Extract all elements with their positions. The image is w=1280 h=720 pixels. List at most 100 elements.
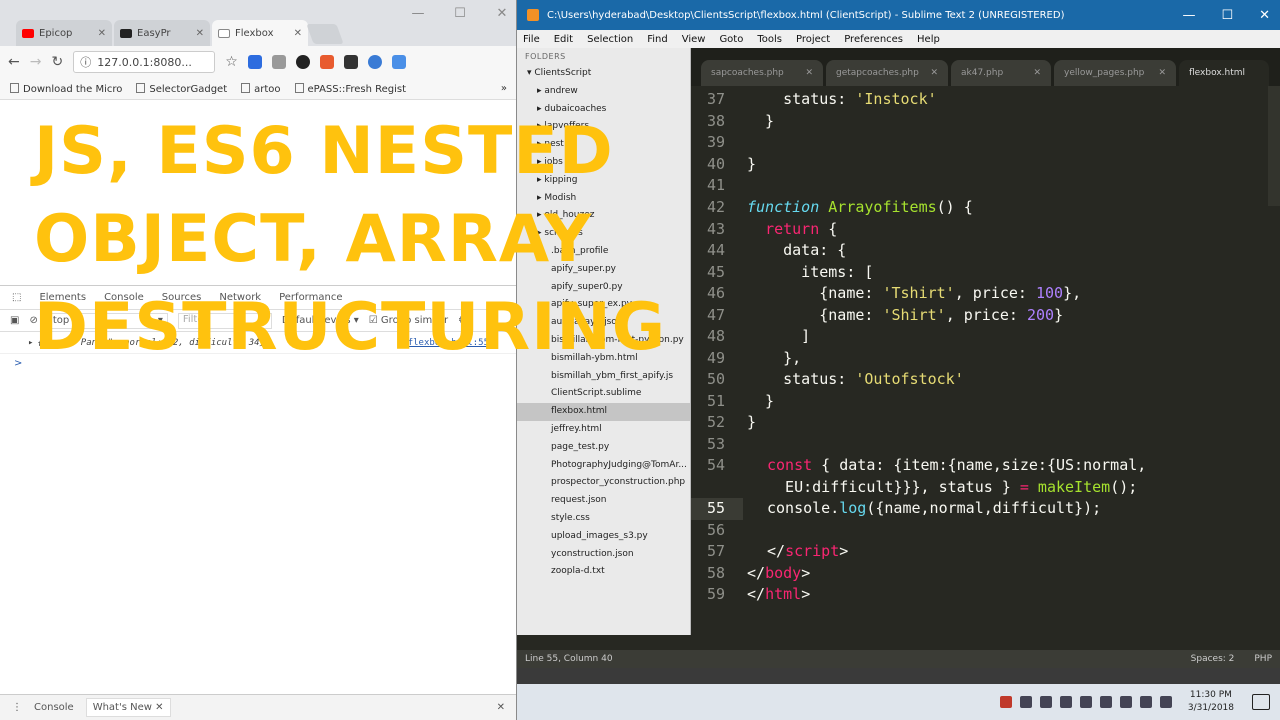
browser-tab-1[interactable]: Epicop ✕ xyxy=(16,20,112,46)
extension-icon[interactable] xyxy=(271,55,286,69)
extension-icon[interactable] xyxy=(391,55,406,69)
code-token: () { xyxy=(936,198,973,216)
sidebar-file-item[interactable]: style.css xyxy=(517,510,690,528)
sidebar-file-item[interactable]: PhotographyJudging@TomAr... xyxy=(517,457,690,475)
sidebar-file-item[interactable]: yconstruction.json xyxy=(517,546,690,564)
menu-file[interactable]: File xyxy=(523,34,540,45)
editor-tab-active[interactable]: flexbox.html xyxy=(1179,60,1269,86)
tray-app-icon[interactable] xyxy=(1079,696,1092,708)
address-bar[interactable]: ⓘ 127.0.0.1:8080... xyxy=(73,51,216,73)
menu-view[interactable]: View xyxy=(682,34,706,45)
drawer-tab-console[interactable]: Console xyxy=(34,702,74,713)
more-bookmarks-icon[interactable]: » xyxy=(501,83,507,94)
keyboard-icon[interactable] xyxy=(1159,696,1172,708)
sidebar-file-item[interactable]: jeffrey.html xyxy=(517,421,690,439)
sidebar-file-item[interactable]: zoopla-d.txt xyxy=(517,563,690,581)
minimize-icon[interactable]: — xyxy=(1182,8,1195,23)
forward-icon[interactable]: → xyxy=(30,54,42,70)
sidebar-file-item[interactable]: upload_images_s3.py xyxy=(517,528,690,546)
sidebar-toggle-icon[interactable]: ▣ xyxy=(10,315,19,326)
new-tab-button[interactable] xyxy=(306,24,344,44)
browser-tab-3[interactable]: Flexbox ✕ xyxy=(212,20,308,46)
window-controls: — ☐ ✕ xyxy=(1182,8,1270,23)
close-tab-icon[interactable]: ✕ xyxy=(1158,68,1166,78)
wifi-icon[interactable] xyxy=(1119,696,1132,708)
sidebar-file-item[interactable]: flexbox.html xyxy=(517,403,690,421)
code-token: EU:difficult}}}, status } xyxy=(767,478,1020,496)
battery-icon[interactable] xyxy=(1099,696,1112,708)
extension-icon[interactable] xyxy=(367,55,382,69)
menu-find[interactable]: Find xyxy=(647,34,668,45)
close-tab-icon[interactable]: ✕ xyxy=(1033,68,1041,78)
sidebar-file-item[interactable]: ▸ andrew xyxy=(517,83,690,101)
extension-icon[interactable] xyxy=(295,55,310,69)
close-tab-icon[interactable]: ✕ xyxy=(930,68,938,78)
close-drawer-icon[interactable]: ✕ xyxy=(497,702,505,713)
browser-tab-2[interactable]: EasyPr ✕ xyxy=(114,20,210,46)
sidebar-file-item[interactable]: prospector_yconstruction.php xyxy=(517,474,690,492)
menu-preferences[interactable]: Preferences xyxy=(844,34,903,45)
maximize-icon[interactable]: ☐ xyxy=(451,6,469,21)
editor-tab[interactable]: sapcoaches.php ✕ xyxy=(701,60,823,86)
maximize-icon[interactable]: ☐ xyxy=(1221,8,1233,23)
editor-tab[interactable]: ak47.php ✕ xyxy=(951,60,1051,86)
sidebar-file-item[interactable]: ClientScript.sublime xyxy=(517,385,690,403)
code-token: (); xyxy=(1110,478,1138,496)
bookmark-item[interactable]: SelectorGadget xyxy=(136,82,227,95)
code-editor[interactable]: 37 38 39 40 41 42 43 44 45 46 47 48 49 50 51 52 53 54 55 56… xyxy=(691,86,1280,635)
code-operator: = xyxy=(1019,478,1029,496)
sidebar-file-item[interactable]: ▾ ClientsScript xyxy=(517,65,690,83)
action-center-icon[interactable] xyxy=(1252,694,1270,710)
close-tab-icon[interactable]: ✕ xyxy=(196,28,204,39)
menu-selection[interactable]: Selection xyxy=(587,34,633,45)
close-icon[interactable]: ✕ xyxy=(1259,8,1270,23)
bookmark-item[interactable]: artoo xyxy=(241,82,281,95)
document-icon xyxy=(218,28,230,38)
menu-goto[interactable]: Goto xyxy=(719,34,743,45)
drawer-tab-whats-new[interactable]: What's New ✕ xyxy=(85,698,171,717)
cloud-icon[interactable] xyxy=(1019,696,1032,708)
expand-arrow-icon[interactable]: ▸ xyxy=(28,338,33,348)
extension-icon[interactable] xyxy=(319,55,334,69)
drawer-menu-icon[interactable]: ⋮ xyxy=(12,702,22,713)
network-icon[interactable] xyxy=(1059,696,1072,708)
menu-project[interactable]: Project xyxy=(796,34,830,45)
bookmark-item[interactable]: Download the Micro xyxy=(10,82,122,95)
extension-icon[interactable] xyxy=(247,55,262,69)
close-icon[interactable]: ✕ xyxy=(493,6,511,21)
inspect-icon[interactable]: ⬚ xyxy=(12,292,21,303)
system-clock[interactable]: 11:30 PM 3/31/2018 xyxy=(1188,689,1234,715)
code-string: 'Instock' xyxy=(855,90,937,108)
sidebar-file-item[interactable]: request.json xyxy=(517,492,690,510)
close-tab-icon[interactable]: ✕ xyxy=(294,28,302,39)
editor-tab[interactable]: yellow_pages.php ✕ xyxy=(1054,60,1176,86)
line-number: 53 xyxy=(706,435,725,453)
editor-tab[interactable]: getapcoaches.php ✕ xyxy=(826,60,948,86)
bookmark-item[interactable]: ePASS::Fresh Regist xyxy=(294,82,406,95)
volume-icon[interactable] xyxy=(1139,696,1152,708)
line-number: 46 xyxy=(706,284,725,302)
overlay-line-3: DESTRUCTURING xyxy=(34,290,667,365)
extension-icon[interactable] xyxy=(343,55,358,69)
code-line: } xyxy=(747,155,757,173)
tray-app-icon[interactable] xyxy=(999,696,1012,708)
close-tab-icon[interactable]: ✕ xyxy=(805,68,813,78)
minimize-icon[interactable]: — xyxy=(409,6,427,21)
code-area[interactable]: status: 'Instock' } } function Arrayofit… xyxy=(747,86,1146,603)
reload-icon[interactable]: ↻ xyxy=(51,54,63,70)
code-token: status: xyxy=(747,370,856,388)
minimap[interactable] xyxy=(1268,86,1280,206)
sidebar-file-item[interactable]: page_test.py xyxy=(517,439,690,457)
page-icon xyxy=(10,82,19,93)
menu-edit[interactable]: Edit xyxy=(554,34,573,45)
close-tab-icon[interactable]: ✕ xyxy=(98,28,106,39)
menu-tools[interactable]: Tools xyxy=(757,34,782,45)
code-token: console. xyxy=(767,499,840,517)
tray-app-icon[interactable] xyxy=(1039,696,1052,708)
line-number: 44 xyxy=(706,241,725,259)
indentation-setting[interactable]: Spaces: 2 xyxy=(1191,654,1235,664)
bookmark-star-icon[interactable]: ☆ xyxy=(225,54,238,70)
back-icon[interactable]: ← xyxy=(8,54,20,70)
syntax-setting[interactable]: PHP xyxy=(1254,654,1272,664)
menu-help[interactable]: Help xyxy=(917,34,940,45)
